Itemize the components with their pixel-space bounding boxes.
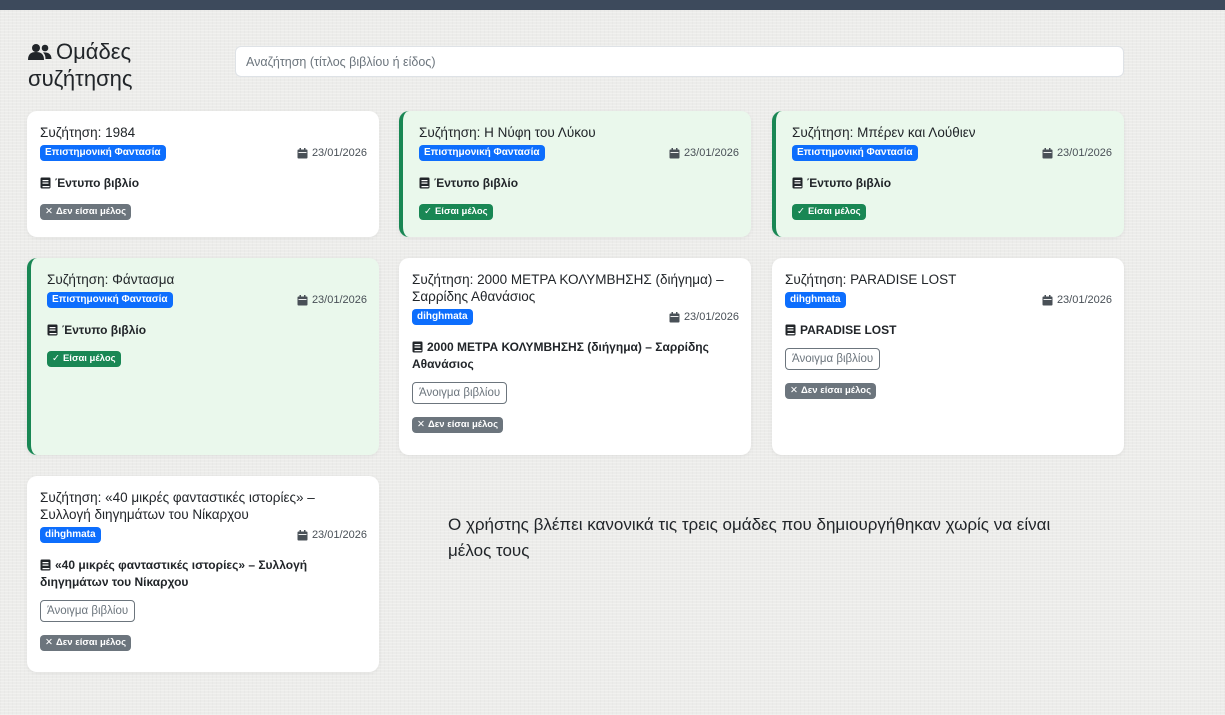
membership-text: Είσαι μέλος bbox=[807, 206, 861, 217]
book-title: PARADISE LOST bbox=[800, 323, 897, 337]
book-icon bbox=[412, 341, 423, 353]
group-title: Συζήτηση: 2000 ΜΕΤΡΑ ΚΟΛΥΜΒΗΣΗΣ (διήγημα… bbox=[412, 272, 724, 304]
date-text: 23/01/2026 bbox=[1056, 147, 1112, 159]
calendar-icon bbox=[297, 294, 308, 305]
book-line: Έντυπο βιβλίο bbox=[47, 322, 367, 339]
date-text: 23/01/2026 bbox=[311, 147, 367, 159]
book-title: «40 μικρές φανταστικές ιστορίες» – Συλλο… bbox=[40, 558, 308, 589]
open-book-button[interactable]: Άνοιγμα βιβλίου bbox=[785, 348, 881, 370]
calendar-icon bbox=[669, 147, 680, 158]
genre-badge: Επιστημονική Φαντασία bbox=[40, 145, 166, 161]
group-title: Συζήτηση: PARADISE LOST bbox=[785, 272, 957, 287]
book-line: 2000 ΜΕΤΡΑ ΚΟΛΥΜΒΗΣΗΣ (διήγημα) – Σαρρίδ… bbox=[412, 339, 739, 373]
membership-badge: ✕ Δεν είσαι μέλος bbox=[412, 417, 504, 433]
date-label: 23/01/2026 bbox=[669, 147, 739, 159]
group-card[interactable]: Συζήτηση: Η Νύφη του Λύκου Επιστημονική … bbox=[399, 111, 751, 237]
membership-text: Δεν είσαι μέλος bbox=[427, 419, 499, 430]
book-icon bbox=[40, 177, 51, 189]
x-icon: ✕ bbox=[45, 637, 53, 648]
calendar-icon bbox=[297, 529, 308, 540]
book-icon bbox=[47, 324, 58, 336]
membership-text: Δεν είσαι μέλος bbox=[55, 637, 127, 648]
date-text: 23/01/2026 bbox=[683, 147, 739, 159]
group-card[interactable]: Συζήτηση: Μπέρεν και Λούθιεν Επιστημονικ… bbox=[772, 111, 1124, 237]
group-card[interactable]: Συζήτηση: 1984 Επιστημονική Φαντασία 23/… bbox=[27, 111, 379, 237]
group-card[interactable]: Συζήτηση: «40 μικρές φανταστικές ιστορίε… bbox=[27, 476, 379, 672]
book-title: Έντυπο βιβλίο bbox=[55, 176, 140, 190]
membership-badge: ✕ Δεν είσαι μέλος bbox=[40, 204, 132, 220]
check-icon: ✓ bbox=[52, 353, 60, 364]
group-card[interactable]: Συζήτηση: Φάντασμα Επιστημονική Φαντασία… bbox=[27, 258, 379, 455]
membership-text: Είσαι μέλος bbox=[62, 353, 116, 364]
membership-text: Δεν είσαι μέλος bbox=[800, 385, 872, 396]
book-icon bbox=[785, 324, 796, 336]
top-bar bbox=[0, 0, 1225, 10]
group-title: Συζήτηση: Μπέρεν και Λούθιεν bbox=[792, 125, 976, 140]
x-icon: ✕ bbox=[417, 419, 425, 430]
check-icon: ✓ bbox=[797, 206, 805, 217]
group-title: Συζήτηση: Η Νύφη του Λύκου bbox=[419, 125, 596, 140]
date-text: 23/01/2026 bbox=[1056, 294, 1112, 306]
group-card[interactable]: Συζήτηση: PARADISE LOST dihghmata 23/01/… bbox=[772, 258, 1124, 455]
book-line: «40 μικρές φανταστικές ιστορίες» – Συλλο… bbox=[40, 557, 367, 591]
membership-text: Είσαι μέλος bbox=[434, 206, 488, 217]
date-label: 23/01/2026 bbox=[1042, 147, 1112, 159]
date-text: 23/01/2026 bbox=[311, 529, 367, 541]
genre-badge: dihghmata bbox=[412, 309, 473, 325]
search-input[interactable] bbox=[235, 46, 1124, 77]
calendar-icon bbox=[1042, 147, 1053, 158]
calendar-icon bbox=[669, 311, 680, 322]
book-icon bbox=[40, 559, 51, 571]
group-title: Συζήτηση: 1984 bbox=[40, 125, 136, 140]
membership-badge: ✓ Είσαι μέλος bbox=[792, 204, 866, 220]
membership-badge: ✓ Είσαι μέλος bbox=[47, 351, 121, 367]
date-label: 23/01/2026 bbox=[297, 529, 367, 541]
membership-text: Δεν είσαι μέλος bbox=[55, 206, 127, 217]
calendar-icon bbox=[297, 147, 308, 158]
date-label: 23/01/2026 bbox=[297, 147, 367, 159]
membership-badge: ✕ Δεν είσαι μέλος bbox=[785, 383, 877, 399]
page-title: Ομάδες συζήτησης bbox=[28, 38, 218, 92]
check-icon: ✓ bbox=[424, 206, 432, 217]
book-title: Έντυπο βιβλίο bbox=[434, 176, 519, 190]
open-book-button[interactable]: Άνοιγμα βιβλίου bbox=[40, 600, 136, 622]
book-line: Έντυπο βιβλίο bbox=[40, 175, 367, 192]
group-title: Συζήτηση: «40 μικρές φανταστικές ιστορίε… bbox=[40, 490, 315, 522]
genre-badge: Επιστημονική Φαντασία bbox=[792, 145, 918, 161]
x-icon: ✕ bbox=[790, 385, 798, 396]
genre-badge: dihghmata bbox=[40, 527, 101, 543]
users-icon bbox=[28, 44, 52, 60]
book-line: Έντυπο βιβλίο bbox=[792, 175, 1112, 192]
calendar-icon bbox=[1042, 294, 1053, 305]
genre-badge: Επιστημονική Φαντασία bbox=[419, 145, 545, 161]
book-icon bbox=[792, 177, 803, 189]
group-card[interactable]: Συζήτηση: 2000 ΜΕΤΡΑ ΚΟΛΥΜΒΗΣΗΣ (διήγημα… bbox=[399, 258, 751, 455]
date-text: 23/01/2026 bbox=[683, 311, 739, 323]
book-line: Έντυπο βιβλίο bbox=[419, 175, 739, 192]
book-title: Έντυπο βιβλίο bbox=[807, 176, 892, 190]
book-title: 2000 ΜΕΤΡΑ ΚΟΛΥΜΒΗΣΗΣ (διήγημα) – Σαρρίδ… bbox=[412, 340, 709, 371]
book-icon bbox=[419, 177, 430, 189]
genre-badge: dihghmata bbox=[785, 292, 846, 308]
annotation-text: Ο χρήστης βλέπει κανονικά τις τρεις ομάδ… bbox=[448, 515, 1051, 560]
membership-badge: ✕ Δεν είσαι μέλος bbox=[40, 635, 132, 651]
date-text: 23/01/2026 bbox=[311, 294, 367, 306]
membership-badge: ✓ Είσαι μέλος bbox=[419, 204, 493, 220]
date-label: 23/01/2026 bbox=[1042, 294, 1112, 306]
book-line: PARADISE LOST bbox=[785, 322, 1112, 339]
open-book-button[interactable]: Άνοιγμα βιβλίου bbox=[412, 382, 508, 404]
x-icon: ✕ bbox=[45, 206, 53, 217]
group-title: Συζήτηση: Φάντασμα bbox=[47, 272, 175, 287]
book-title: Έντυπο βιβλίο bbox=[62, 323, 147, 337]
genre-badge: Επιστημονική Φαντασία bbox=[47, 292, 173, 308]
date-label: 23/01/2026 bbox=[669, 311, 739, 323]
date-label: 23/01/2026 bbox=[297, 294, 367, 306]
